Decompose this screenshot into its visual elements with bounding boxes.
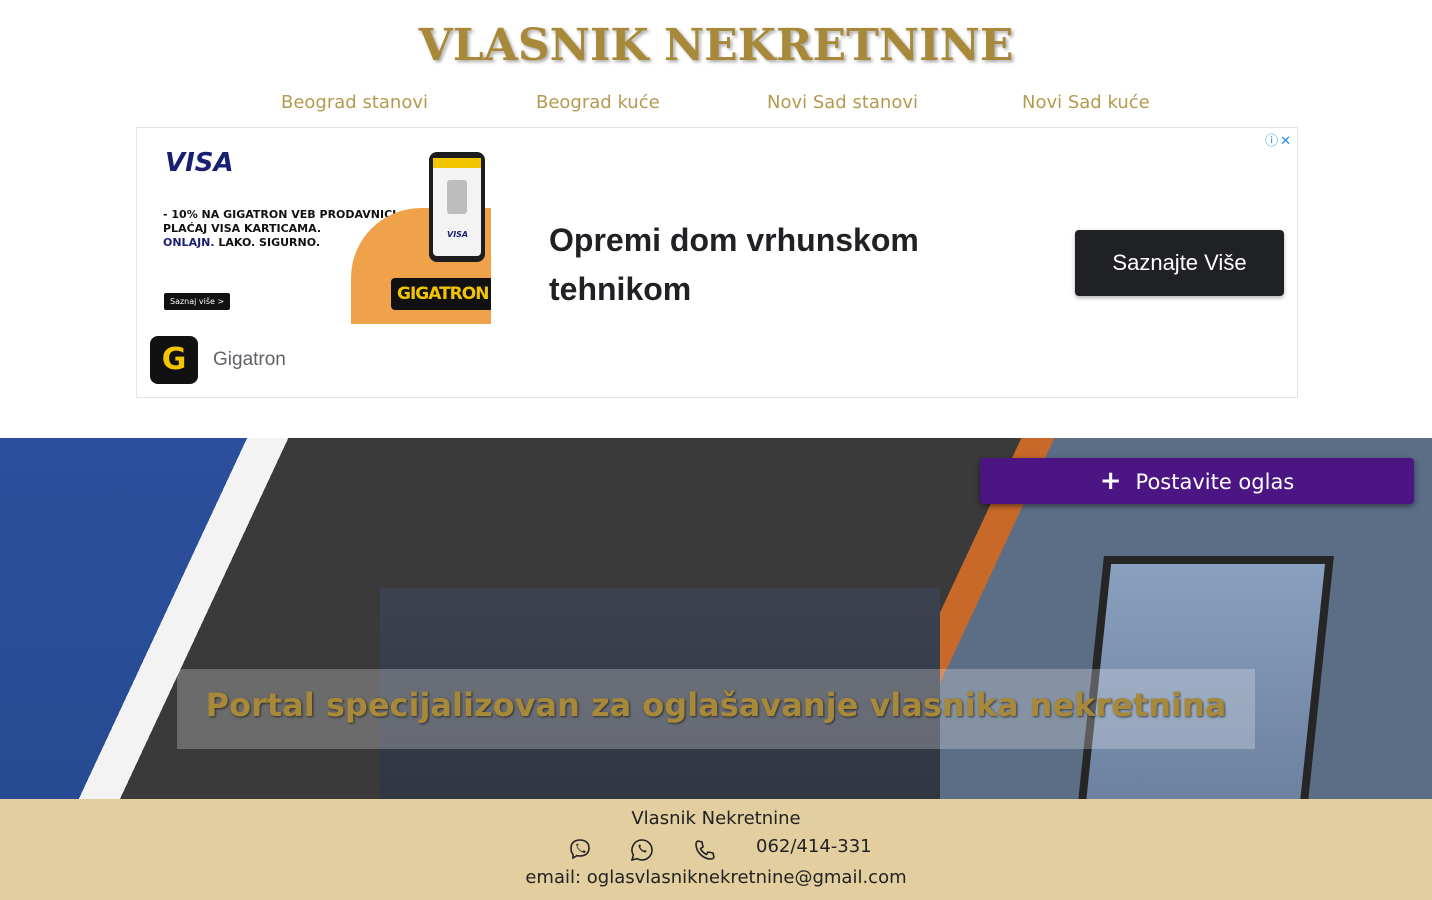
whatsapp-icon[interactable] xyxy=(629,837,655,863)
nav-item-beograd-stanovi[interactable]: Beograd stanovi xyxy=(281,92,428,113)
phone-illustration: VISA xyxy=(429,152,485,262)
site-header: VLASNIK NEKRETNINE Beograd stanovi Beogr… xyxy=(0,0,1432,438)
gigatron-badge: GIGATRON xyxy=(391,278,491,310)
nav-item-novi-sad-stanovi[interactable]: Novi Sad stanovi xyxy=(767,92,918,113)
phone-icon[interactable] xyxy=(692,837,718,863)
phone-screen-bar xyxy=(433,158,481,168)
footer-phone-number[interactable]: 062/414-331 xyxy=(756,836,872,857)
blender-illustration xyxy=(447,180,467,214)
gigatron-logo-icon[interactable]: G xyxy=(150,336,198,384)
phone-visa-logo: VISA xyxy=(447,230,469,239)
ad-headline[interactable]: Opremi dom vrhunskom tehnikom xyxy=(549,216,969,314)
promo-line-3-blue: ONLAJN. xyxy=(163,236,215,249)
ad-cta-button[interactable]: Saznajte Više xyxy=(1075,230,1284,296)
hero-tagline: Portal specijalizovan za oglašavanje vla… xyxy=(205,686,1227,724)
footer-email[interactable]: email: oglasvlasniknekretnine@gmail.com xyxy=(0,867,1432,888)
phone-screen: VISA xyxy=(433,158,481,256)
plus-icon: + xyxy=(1099,466,1122,496)
viber-icon[interactable] xyxy=(567,837,593,863)
nav-item-novi-sad-kuce[interactable]: Novi Sad kuće xyxy=(1022,92,1150,113)
post-ad-button-label: Postavite oglas xyxy=(1135,470,1295,494)
adchoices-icon[interactable]: ⓘ xyxy=(1265,134,1278,149)
promo-line-3-rest: LAKO. SIGURNO. xyxy=(214,236,321,249)
ad-image[interactable]: VISA - 10% NA GIGATRON VEB PRODAVNICI. P… xyxy=(151,148,491,324)
post-ad-button[interactable]: + Postavite oglas xyxy=(980,458,1414,504)
visa-logo: VISA xyxy=(165,148,234,178)
close-icon[interactable]: ✕ xyxy=(1280,134,1291,149)
ad-brand-name[interactable]: Gigatron xyxy=(213,349,286,371)
nav-item-beograd-kuce[interactable]: Beograd kuće xyxy=(536,92,660,113)
ad-choices[interactable]: ⓘ ✕ xyxy=(1265,130,1291,149)
footer-title: Vlasnik Nekretnine xyxy=(631,808,801,829)
advertisement-banner[interactable]: ⓘ ✕ VISA - 10% NA GIGATRON VEB PRODAVNICI… xyxy=(136,127,1298,398)
site-footer: Vlasnik Nekretnine 062/414-331 email: og… xyxy=(0,799,1432,900)
ad-small-button[interactable]: Saznaj više > xyxy=(164,293,231,310)
site-title[interactable]: VLASNIK NEKRETNINE xyxy=(0,20,1432,71)
